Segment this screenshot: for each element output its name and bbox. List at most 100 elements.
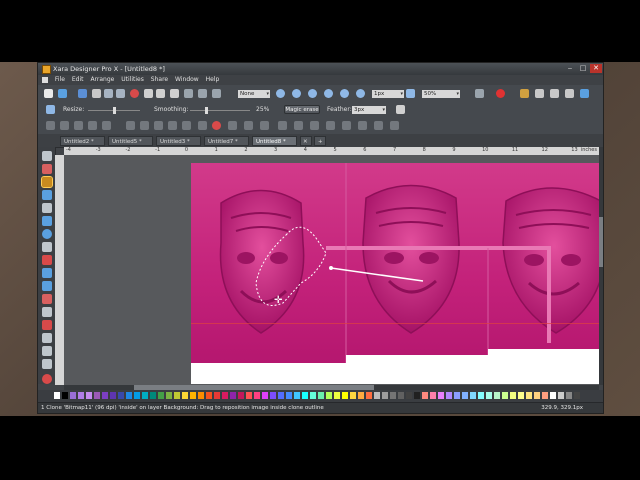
color-swatch[interactable] — [262, 392, 268, 399]
color-swatch[interactable] — [86, 392, 92, 399]
color-swatch[interactable] — [486, 392, 492, 399]
delete-icon[interactable] — [170, 89, 179, 98]
menu-arrange[interactable]: Arrange — [90, 75, 114, 85]
bevel-icon[interactable] — [278, 121, 287, 130]
color-swatch[interactable] — [126, 392, 132, 399]
vertical-scrollbar[interactable] — [599, 147, 603, 385]
color-swatch[interactable] — [566, 392, 572, 399]
feather-tool-icon[interactable] — [342, 121, 351, 130]
transform-icon[interactable] — [228, 121, 237, 130]
zoom-tool-icon-bottom[interactable] — [42, 374, 52, 384]
color-swatch[interactable] — [222, 392, 228, 399]
smoothing-slider-knob[interactable] — [205, 107, 208, 114]
target-icon[interactable] — [130, 89, 139, 98]
freehand-tool-icon[interactable] — [42, 190, 52, 200]
color-swatch[interactable] — [550, 392, 556, 399]
tab-untitled8[interactable]: Untitled8 * — [252, 136, 297, 146]
maximize-button[interactable]: □ — [577, 64, 589, 73]
close-button[interactable]: ✕ — [590, 64, 602, 73]
color-swatch[interactable] — [558, 392, 564, 399]
rectangle-tool-icon[interactable] — [42, 216, 52, 226]
color-swatch[interactable] — [174, 392, 180, 399]
shape-tool-4-icon[interactable] — [88, 121, 97, 130]
menu-file[interactable]: File — [55, 75, 65, 85]
color-swatch[interactable] — [446, 392, 452, 399]
zoom-selected-icon[interactable] — [340, 89, 349, 98]
slice-icon[interactable] — [168, 121, 177, 130]
guideline[interactable] — [191, 323, 603, 324]
color-swatch[interactable] — [150, 392, 156, 399]
magic-erase-button[interactable]: Magic erase — [284, 105, 320, 114]
color-swatch[interactable] — [542, 392, 548, 399]
paste-icon[interactable] — [156, 89, 165, 98]
pen-tool-icon[interactable] — [42, 203, 52, 213]
save-icon[interactable] — [78, 89, 87, 98]
blend-tool-icon[interactable] — [42, 307, 52, 317]
menu-utilities[interactable]: Utilities — [121, 75, 144, 85]
page[interactable]: ✛ — [191, 163, 603, 384]
tab-untitled5[interactable]: Untitled5 * — [108, 136, 153, 146]
color-swatch[interactable] — [534, 392, 540, 399]
new-tab-button[interactable]: ✕ — [300, 136, 312, 146]
minimize-button[interactable]: ‒ — [564, 64, 576, 73]
color-swatch[interactable] — [286, 392, 292, 399]
color-swatch[interactable] — [366, 392, 372, 399]
mould-tool-icon[interactable] — [42, 281, 52, 291]
color-swatch[interactable] — [62, 392, 68, 399]
zoom-tool-icon[interactable] — [406, 89, 415, 98]
quality-combo[interactable]: None — [238, 90, 270, 98]
color-swatch[interactable] — [398, 392, 404, 399]
color-swatch[interactable] — [334, 392, 340, 399]
redo-icon[interactable] — [116, 89, 125, 98]
crop-icon[interactable] — [374, 121, 383, 130]
resize-slider[interactable] — [88, 107, 140, 114]
color-swatch[interactable] — [238, 392, 244, 399]
shape-tool-icon[interactable] — [46, 121, 55, 130]
duplicate-icon[interactable] — [184, 89, 193, 98]
join-icon[interactable] — [182, 121, 191, 130]
shape-tool-3-icon[interactable] — [74, 121, 83, 130]
arrow-right-icon[interactable] — [396, 105, 405, 114]
undo-icon[interactable] — [104, 89, 113, 98]
shadow-icon[interactable] — [294, 121, 303, 130]
color-swatch[interactable] — [526, 392, 532, 399]
blend-icon[interactable] — [326, 121, 335, 130]
color-swatch[interactable] — [454, 392, 460, 399]
color-swatch[interactable] — [278, 392, 284, 399]
vertical-scroll-thumb[interactable] — [599, 217, 603, 267]
color-swatch[interactable] — [574, 392, 580, 399]
help-lifebuoy-icon[interactable] — [496, 89, 505, 98]
color-swatch[interactable] — [302, 392, 308, 399]
transparency-tool-icon[interactable] — [42, 164, 52, 174]
tab-untitled7[interactable]: Untitled7 * — [204, 136, 249, 146]
tiki-mold-photo[interactable]: ✛ — [191, 163, 603, 363]
zoom-previous-icon[interactable] — [356, 89, 365, 98]
color-swatch[interactable] — [270, 392, 276, 399]
color-swatch[interactable] — [94, 392, 100, 399]
color-swatch[interactable] — [182, 392, 188, 399]
color-swatch[interactable] — [166, 392, 172, 399]
open-folder-icon[interactable] — [58, 89, 67, 98]
color-swatch[interactable] — [470, 392, 476, 399]
menu-edit[interactable]: Edit — [72, 75, 84, 85]
selector-tool-icon[interactable] — [42, 151, 52, 161]
menu-help[interactable]: Help — [206, 75, 220, 85]
smoothing-slider[interactable] — [190, 107, 250, 114]
document-icon[interactable] — [42, 77, 48, 83]
color-swatch[interactable] — [198, 392, 204, 399]
zoom-combo[interactable]: 50% — [422, 90, 460, 98]
gallery-icon[interactable] — [550, 89, 559, 98]
color-swatch[interactable] — [350, 392, 356, 399]
shape-tool-2-icon[interactable] — [60, 121, 69, 130]
pan-tool-icon[interactable] — [42, 359, 52, 369]
color-swatch[interactable] — [214, 392, 220, 399]
web-export-icon[interactable] — [580, 89, 589, 98]
menu-window[interactable]: Window — [175, 75, 199, 85]
line-width-combo[interactable]: 1px — [372, 90, 404, 98]
combine-icon[interactable] — [126, 121, 135, 130]
mould-icon[interactable] — [244, 121, 253, 130]
zoom-out-icon[interactable] — [292, 89, 301, 98]
color-swatch[interactable] — [414, 392, 420, 399]
color-swatch[interactable] — [230, 392, 236, 399]
clone-icon[interactable] — [198, 89, 207, 98]
